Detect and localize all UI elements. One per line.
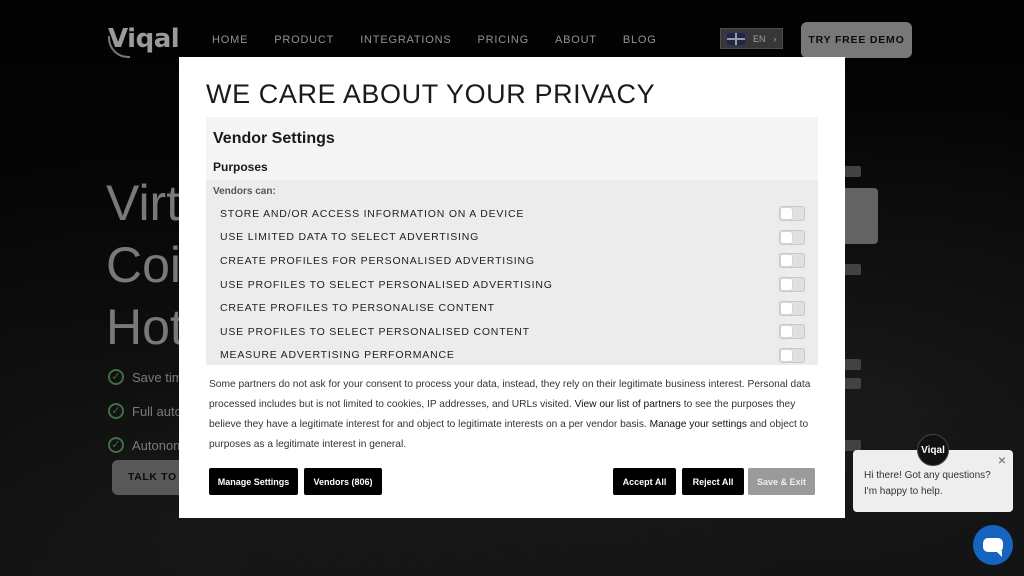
modal-title: WE CARE ABOUT YOUR PRIVACY (206, 79, 656, 109)
accept-all-button[interactable]: Accept All (613, 468, 676, 495)
purpose-toggle[interactable] (779, 229, 805, 245)
chat-greeting-text: Hi there! Got any questions? I'm happy t… (864, 470, 991, 497)
reject-all-button[interactable]: Reject All (682, 468, 744, 495)
purpose-label: USE PROFILES TO SELECT PERSONALISED ADVE… (220, 278, 553, 291)
purpose-list: STORE AND/OR ACCESS INFORMATION ON A DEV… (206, 202, 818, 365)
manage-settings-button[interactable]: Manage Settings (209, 468, 298, 495)
vendors-button[interactable]: Vendors (806) (304, 468, 382, 495)
privacy-modal: WE CARE ABOUT YOUR PRIVACY Vendor Settin… (179, 57, 845, 518)
purpose-toggle[interactable] (779, 206, 805, 222)
purpose-row: USE PROFILES TO SELECT PERSONALISED ADVE… (206, 273, 818, 297)
purpose-row: CREATE PROFILES FOR PERSONALISED ADVERTI… (206, 249, 818, 273)
purpose-label: CREATE PROFILES TO PERSONALISE CONTENT (220, 302, 495, 315)
purpose-toggle[interactable] (779, 277, 805, 293)
vendor-settings-panel[interactable]: Vendor Settings Purposes Vendors can: ST… (206, 117, 818, 365)
purpose-label: USE PROFILES TO SELECT PERSONALISED CONT… (220, 325, 530, 338)
close-icon[interactable]: × (998, 452, 1006, 468)
purpose-label: USE LIMITED DATA TO SELECT ADVERTISING (220, 231, 480, 244)
purpose-label: STORE AND/OR ACCESS INFORMATION ON A DEV… (220, 207, 525, 220)
manage-settings-link[interactable]: Manage your settings (650, 419, 747, 430)
vendor-settings-heading: Vendor Settings (213, 130, 335, 147)
purpose-label: MEASURE ADVERTISING PERFORMANCE (220, 349, 455, 362)
purpose-row: USE PROFILES TO SELECT PERSONALISED CONT… (206, 320, 818, 344)
purpose-toggle[interactable] (779, 324, 805, 340)
purpose-row: USE LIMITED DATA TO SELECT ADVERTISING (206, 226, 818, 250)
chat-launcher-button[interactable] (973, 525, 1013, 565)
purpose-label: CREATE PROFILES FOR PERSONALISED ADVERTI… (220, 254, 535, 267)
partners-list-link[interactable]: View our list of partners (575, 399, 681, 410)
purpose-row: CREATE PROFILES TO PERSONALISE CONTENT (206, 296, 818, 320)
legitimate-interest-info: Some partners do not ask for your consen… (209, 375, 819, 455)
chat-avatar: Viqal (917, 434, 949, 466)
vendors-can-section: Vendors can: STORE AND/OR ACCESS INFORMA… (206, 180, 818, 365)
purposes-heading: Purposes (213, 160, 268, 174)
modal-button-row: Manage Settings Vendors (806) Accept All… (209, 468, 815, 495)
purpose-row: STORE AND/OR ACCESS INFORMATION ON A DEV… (206, 202, 818, 226)
vendors-can-label: Vendors can: (213, 186, 276, 197)
purpose-row: MEASURE ADVERTISING PERFORMANCE (206, 344, 818, 365)
purpose-toggle[interactable] (779, 300, 805, 316)
save-and-exit-button[interactable]: Save & Exit (748, 468, 815, 495)
chat-bubble-icon (983, 538, 1003, 557)
purpose-toggle[interactable] (779, 347, 805, 363)
purpose-toggle[interactable] (779, 253, 805, 269)
